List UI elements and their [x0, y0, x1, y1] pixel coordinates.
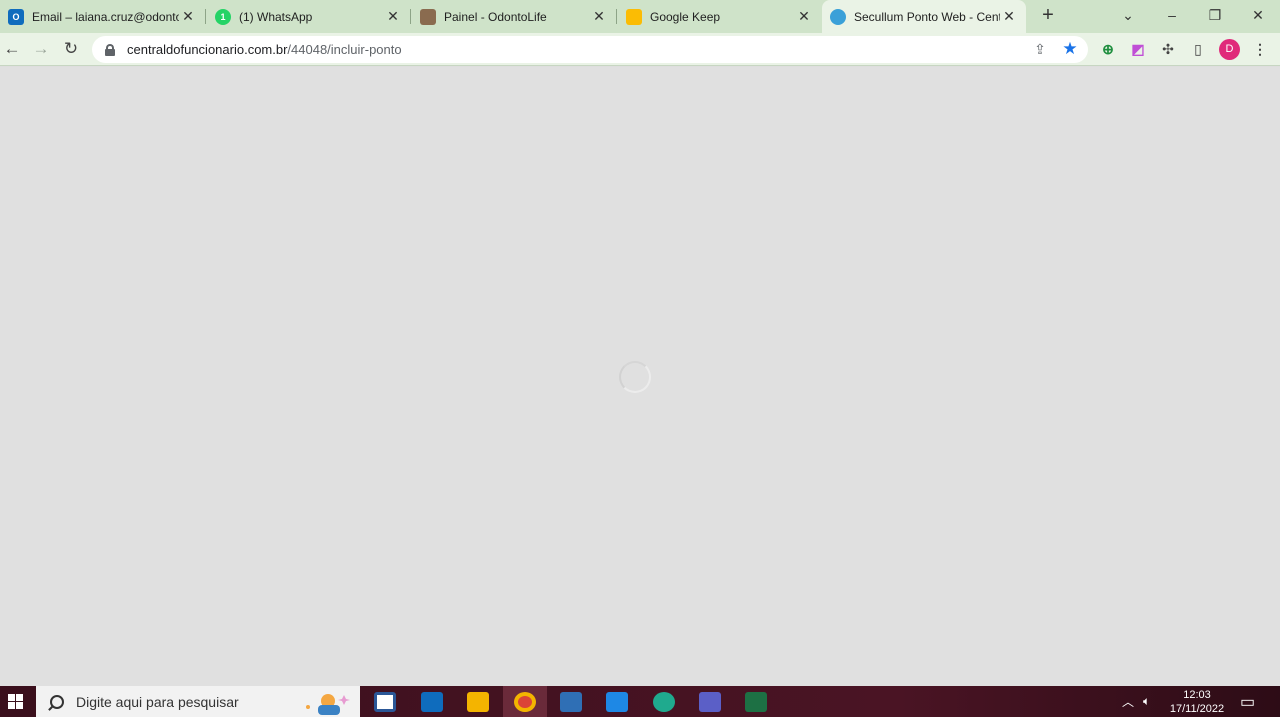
odontolife-icon: [420, 8, 436, 25]
tab-email[interactable]: O Email – laiana.cruz@odontolife ✕: [0, 0, 205, 33]
page-content: [0, 67, 1280, 686]
reload-icon[interactable]: ↻: [59, 37, 83, 61]
tab-search-button[interactable]: ⌄: [1106, 0, 1150, 30]
file-explorer-icon[interactable]: [456, 686, 500, 717]
tab-title: Email – laiana.cruz@odontolife: [32, 9, 179, 24]
volume-icon[interactable]: 🔈︎: [1143, 686, 1150, 717]
back-icon[interactable]: ←: [0, 37, 24, 61]
forward-icon[interactable]: →: [29, 37, 53, 61]
google-keep-icon: [626, 8, 642, 25]
show-hidden-icons[interactable]: ︿: [1122, 686, 1134, 717]
url-path: /44048/incluir-ponto: [287, 42, 402, 57]
tab-secullum[interactable]: Secullum Ponto Web - Central ✕: [822, 0, 1026, 33]
tab-whatsapp[interactable]: 1 (1) WhatsApp ✕: [207, 0, 410, 33]
tab-title: (1) WhatsApp: [239, 9, 313, 24]
tab-separator: [616, 9, 617, 24]
clock-time: 12:03: [1183, 689, 1211, 701]
tab-strip: O Email – laiana.cruz@odontolife ✕ 1 (1)…: [0, 0, 1280, 33]
extension-flag-icon[interactable]: ◩: [1127, 38, 1149, 60]
loading-spinner: [619, 361, 651, 393]
address-bar[interactable]: centraldofuncionario.com.br/44048/inclui…: [92, 36, 1088, 63]
lock-icon: [105, 44, 115, 56]
close-tab-icon[interactable]: ✕: [1000, 8, 1018, 25]
close-tab-icon[interactable]: ✕: [795, 8, 813, 25]
new-tab-button[interactable]: +: [1037, 4, 1059, 28]
tab-title: Secullum Ponto Web - Central: [854, 9, 1000, 24]
restore-button[interactable]: ❐: [1193, 0, 1237, 30]
share-icon[interactable]: ⇪: [1029, 38, 1051, 60]
search-highlight-icon: [306, 694, 350, 715]
extensions-puzzle-icon[interactable]: ✣: [1157, 38, 1179, 60]
windows-logo-icon: [7, 694, 23, 709]
search-placeholder: Digite aqui para pesquisar: [76, 693, 239, 710]
url-host: centraldofuncionario.com.br: [127, 42, 288, 57]
tab-title: Painel - OdontoLife: [444, 9, 547, 24]
profile-avatar[interactable]: D: [1219, 39, 1240, 60]
chrome-icon[interactable]: [503, 686, 547, 717]
video-editor-icon[interactable]: [595, 686, 639, 717]
close-tab-icon[interactable]: ✕: [384, 8, 402, 25]
microsoft-store-icon[interactable]: [363, 686, 407, 717]
teams-icon[interactable]: [688, 686, 732, 717]
tab-separator: [205, 9, 206, 24]
whatsapp-icon: 1: [215, 8, 231, 25]
minimize-button[interactable]: –: [1150, 0, 1194, 30]
photos-icon[interactable]: [549, 686, 593, 717]
taskbar-search[interactable]: Digite aqui para pesquisar: [36, 686, 360, 717]
mail-icon[interactable]: [410, 686, 454, 717]
close-window-button[interactable]: ✕: [1236, 0, 1280, 30]
extension-plus-icon[interactable]: ⊕: [1097, 38, 1119, 60]
bookmark-star-icon[interactable]: ★: [1059, 38, 1081, 60]
tab-separator: [410, 9, 411, 24]
windows-taskbar: Digite aqui para pesquisar ︿ 🔈︎ 12:03 17…: [0, 686, 1280, 717]
close-tab-icon[interactable]: ✕: [179, 8, 197, 25]
browser-toolbar: ← → ↻ centraldofuncionario.com.br/44048/…: [0, 33, 1280, 66]
secullum-icon: [830, 8, 846, 25]
tab-title: Google Keep: [650, 9, 721, 24]
menu-dots-icon[interactable]: ⋮: [1249, 38, 1271, 60]
edge-icon[interactable]: [642, 686, 686, 717]
tab-google-keep[interactable]: Google Keep ✕: [618, 0, 821, 33]
outlook-icon: O: [8, 8, 24, 25]
system-clock[interactable]: 12:03 17/11/2022: [1166, 688, 1228, 716]
search-icon: [50, 694, 64, 709]
start-button[interactable]: [0, 686, 30, 717]
side-panel-icon[interactable]: ▯: [1187, 38, 1209, 60]
tab-odontolife[interactable]: Painel - OdontoLife ✕: [412, 0, 616, 33]
excel-icon[interactable]: [734, 686, 778, 717]
notifications-icon[interactable]: ▭: [1240, 686, 1255, 717]
close-tab-icon[interactable]: ✕: [590, 8, 608, 25]
clock-date: 17/11/2022: [1169, 703, 1225, 715]
